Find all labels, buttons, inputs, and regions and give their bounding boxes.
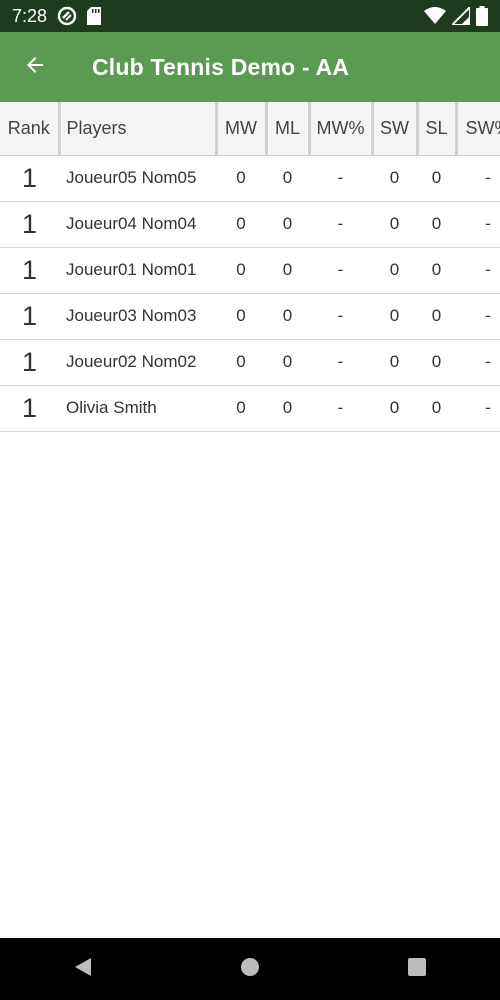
sync-icon (57, 6, 77, 26)
cell-sl: 0 (417, 247, 456, 294)
header-rank[interactable]: Rank (0, 102, 61, 156)
header-sw[interactable]: SW (372, 102, 419, 156)
cell-sw-pct: - (456, 155, 500, 202)
cell-rank: 1 (0, 155, 59, 202)
table-row[interactable]: 1 Joueur04 Nom04 0 0 - 0 0 - (0, 201, 500, 248)
cell-mw-pct: - (309, 155, 372, 202)
table-row[interactable]: 1 Joueur03 Nom03 0 0 - 0 0 - (0, 293, 500, 340)
cell-sw: 0 (372, 293, 417, 340)
recents-square-icon (407, 957, 427, 982)
cell-mw: 0 (216, 155, 266, 202)
back-triangle-icon (73, 957, 93, 982)
cell-rank: 1 (0, 247, 59, 294)
cell-sw: 0 (372, 201, 417, 248)
header-ml[interactable]: ML (266, 102, 311, 156)
table-row[interactable]: 1 Joueur01 Nom01 0 0 - 0 0 - (0, 247, 500, 294)
status-bar: 7:28 (0, 0, 500, 32)
cell-mw: 0 (216, 385, 266, 432)
nav-recents-button[interactable] (387, 938, 447, 1000)
cell-ml: 0 (266, 293, 309, 340)
cell-player: Joueur04 Nom04 (59, 201, 216, 248)
cell-ml: 0 (266, 247, 309, 294)
cell-ml: 0 (266, 385, 309, 432)
cell-player: Joueur05 Nom05 (59, 155, 216, 202)
cell-mw: 0 (216, 339, 266, 386)
cell-rank: 1 (0, 293, 59, 340)
cell-sw-pct: - (456, 339, 500, 386)
page-title: Club Tennis Demo - AA (92, 53, 350, 80)
cell-rank: 1 (0, 385, 59, 432)
cell-mw-pct: - (309, 293, 372, 340)
cell-sl: 0 (417, 339, 456, 386)
cell-mw: 0 (216, 247, 266, 294)
nav-back-button[interactable] (53, 938, 113, 1000)
cell-sw-pct: - (456, 293, 500, 340)
cell-mw: 0 (216, 293, 266, 340)
arrow-left-icon (23, 53, 47, 82)
table-row[interactable]: 1 Joueur05 Nom05 0 0 - 0 0 - (0, 155, 500, 202)
cell-player: Olivia Smith (59, 385, 216, 432)
cell-sw: 0 (372, 155, 417, 202)
header-mw[interactable]: MW (216, 102, 268, 156)
cell-sw-pct: - (456, 201, 500, 248)
cell-ml: 0 (266, 339, 309, 386)
battery-icon (476, 6, 488, 26)
app-bar: Club Tennis Demo - AA (0, 32, 500, 102)
table-header-row: Rank Players MW ML MW% SW SL SW% (0, 102, 500, 156)
cell-sw: 0 (372, 385, 417, 432)
cell-mw-pct: - (309, 339, 372, 386)
cell-sl: 0 (417, 201, 456, 248)
cell-mw-pct: - (309, 201, 372, 248)
cell-sw: 0 (372, 339, 417, 386)
cell-sw: 0 (372, 247, 417, 294)
cell-player: Joueur01 Nom01 (59, 247, 216, 294)
cell-mw-pct: - (309, 385, 372, 432)
home-circle-icon (240, 957, 260, 982)
cell-sl: 0 (417, 155, 456, 202)
system-nav-bar (0, 938, 500, 1000)
table-row[interactable]: 1 Joueur02 Nom02 0 0 - 0 0 - (0, 339, 500, 386)
cell-sw-pct: - (456, 247, 500, 294)
cell-sl: 0 (417, 385, 456, 432)
header-mw-pct[interactable]: MW% (309, 102, 374, 156)
cell-ml: 0 (266, 155, 309, 202)
signal-icon (452, 7, 470, 25)
cell-ml: 0 (266, 201, 309, 248)
wifi-icon (424, 7, 446, 25)
header-players[interactable]: Players (59, 102, 218, 156)
standings-table[interactable]: Rank Players MW ML MW% SW SL SW% 1 Joueu… (0, 102, 500, 432)
sd-card-icon (87, 7, 102, 25)
header-sl[interactable]: SL (417, 102, 458, 156)
table-row[interactable]: 1 Olivia Smith 0 0 - 0 0 - (0, 385, 500, 432)
status-time: 7:28 (12, 5, 48, 26)
header-sw-pct[interactable]: SW% (456, 102, 500, 156)
cell-player: Joueur03 Nom03 (59, 293, 216, 340)
cell-mw-pct: - (309, 247, 372, 294)
back-button[interactable] (0, 32, 70, 102)
cell-player: Joueur02 Nom02 (59, 339, 216, 386)
nav-home-button[interactable] (220, 938, 280, 1000)
cell-sl: 0 (417, 293, 456, 340)
cell-sw-pct: - (456, 385, 500, 432)
cell-rank: 1 (0, 201, 59, 248)
cell-mw: 0 (216, 201, 266, 248)
cell-rank: 1 (0, 339, 59, 386)
